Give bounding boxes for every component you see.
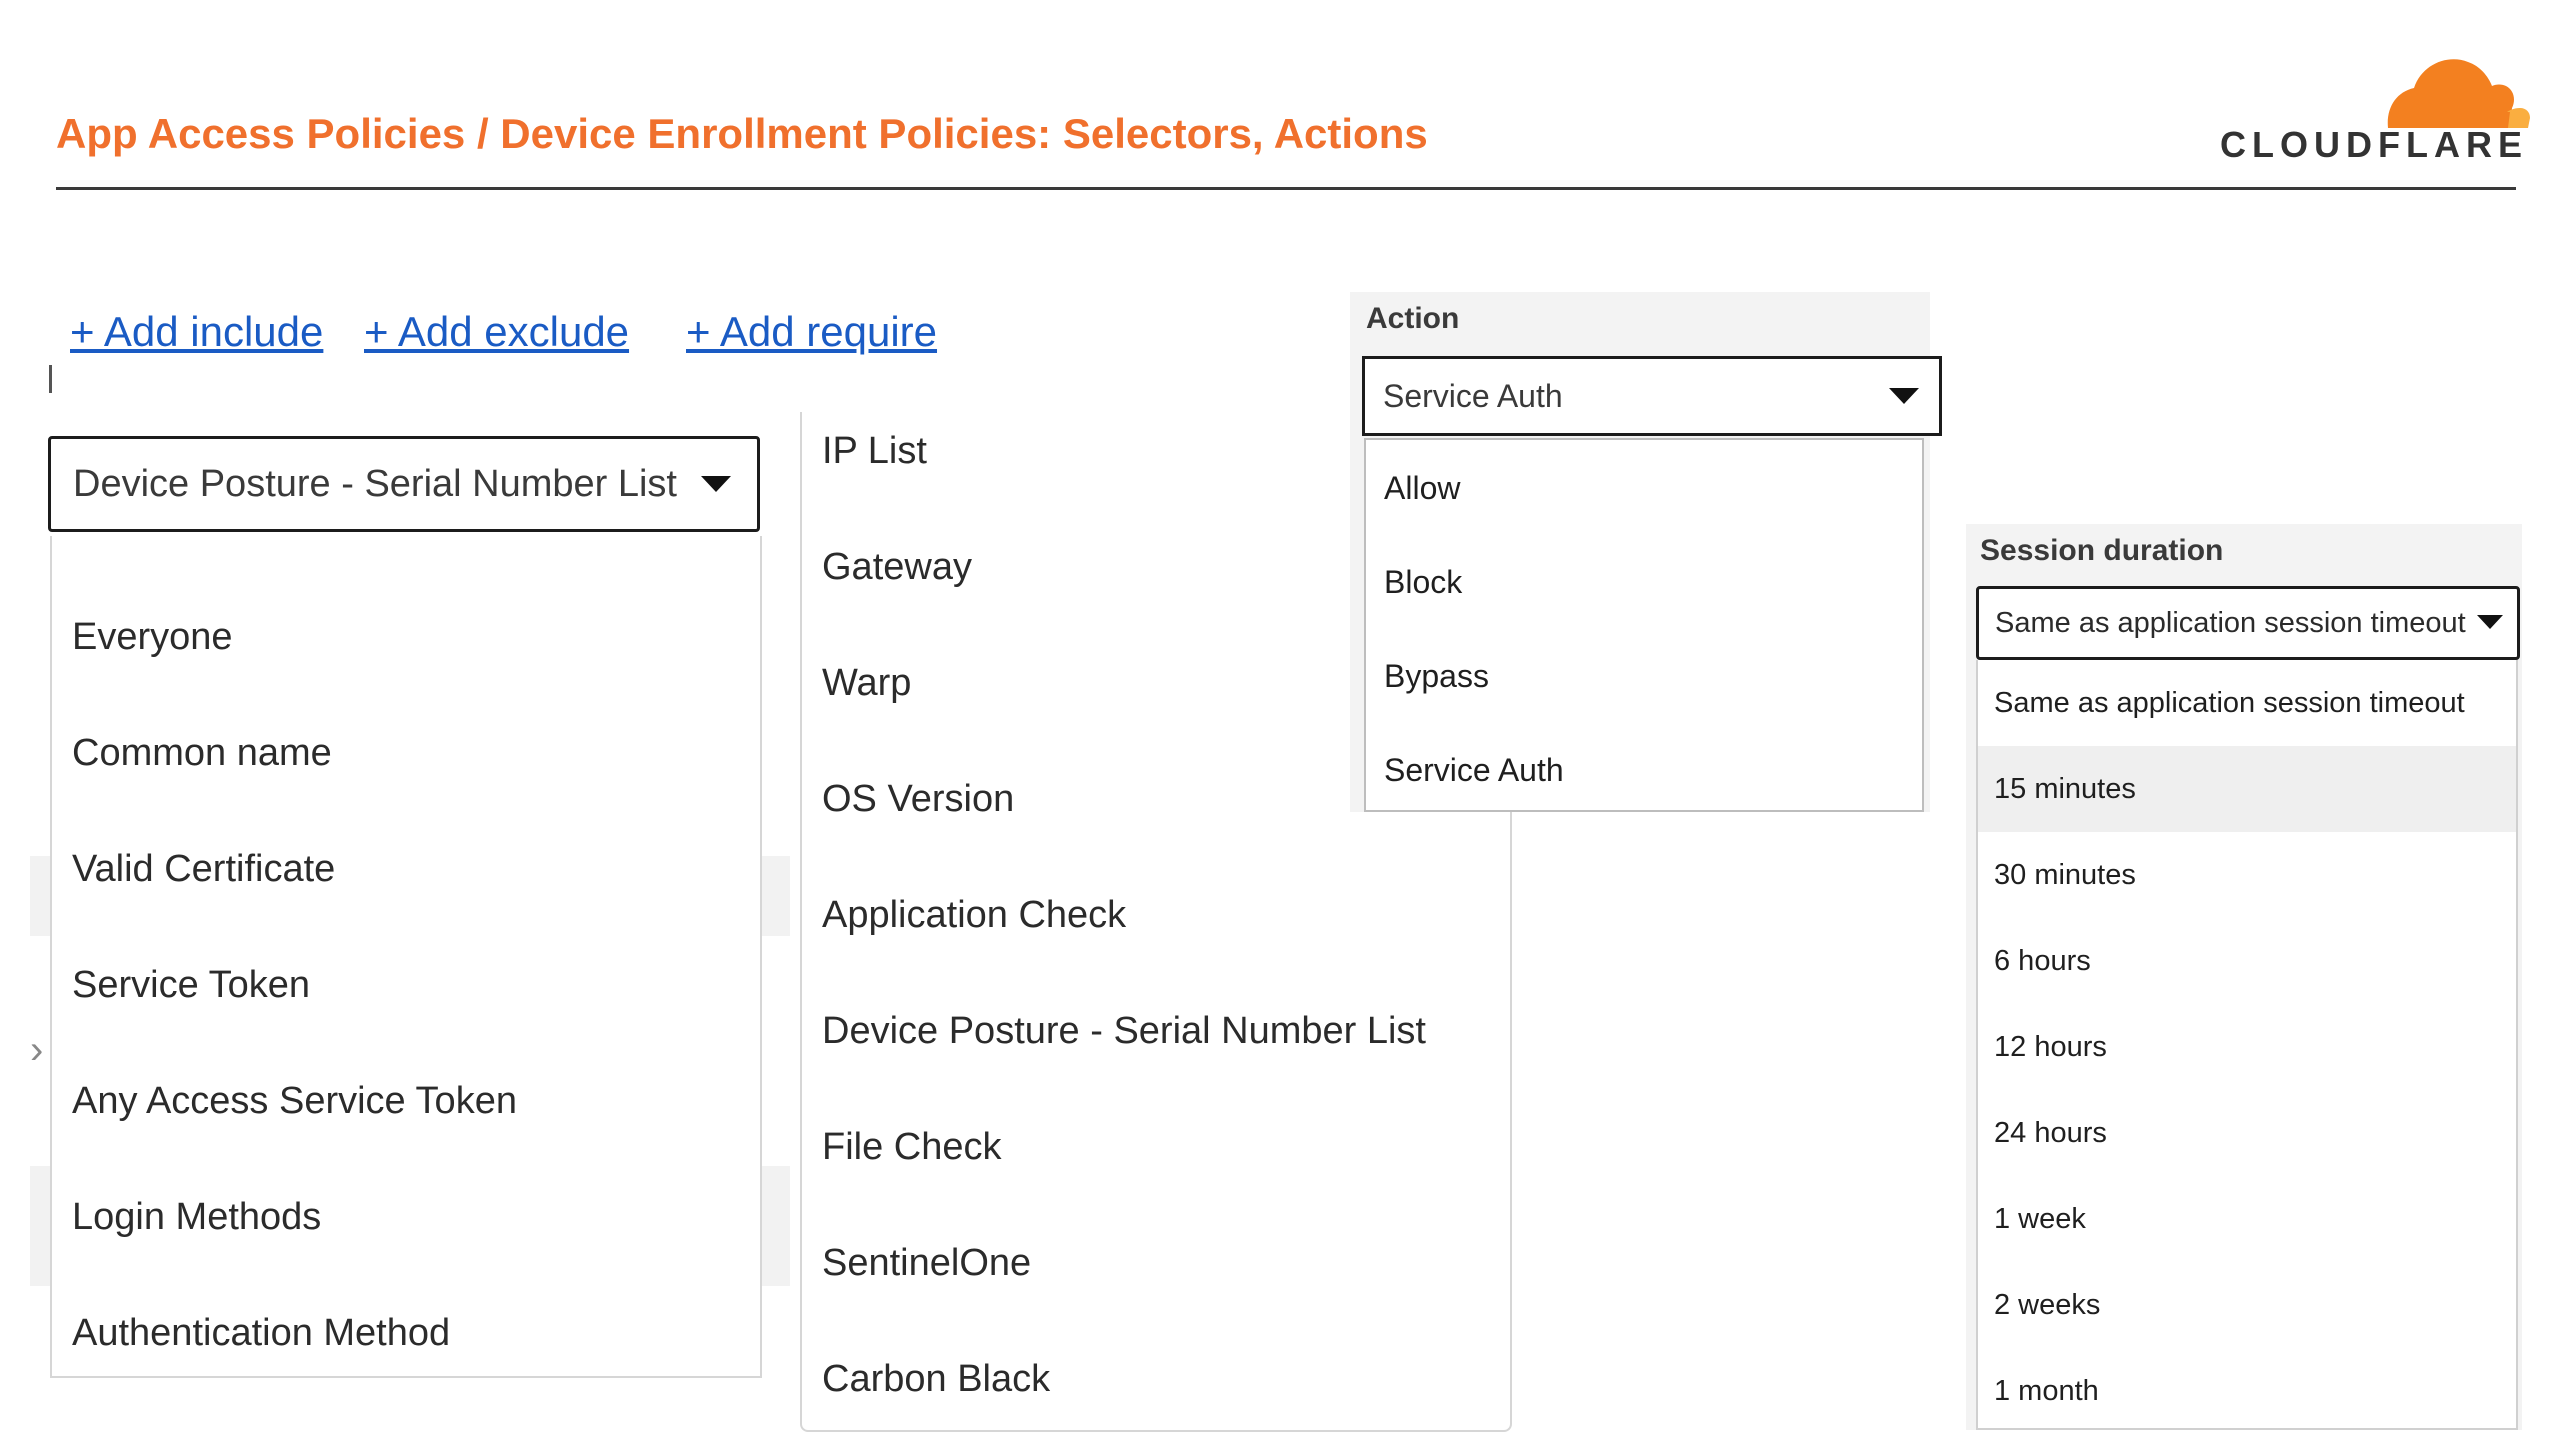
- action-option[interactable]: Allow: [1384, 470, 1460, 507]
- selector-selected-value: Device Posture - Serial Number List: [73, 462, 677, 505]
- session-duration-option[interactable]: 1 month: [1978, 1348, 2516, 1434]
- session-duration-option[interactable]: Same as application session timeout: [1978, 660, 2516, 746]
- session-duration-option[interactable]: 1 week: [1978, 1176, 2516, 1262]
- session-duration-label: Session duration: [1980, 534, 2224, 567]
- selector-option[interactable]: SentinelOne: [822, 1242, 1031, 1285]
- session-duration-options-list: Same as application session timeout 15 m…: [1976, 660, 2518, 1430]
- action-option[interactable]: Bypass: [1384, 658, 1489, 695]
- selector-option[interactable]: Everyone: [72, 616, 233, 659]
- selector-option[interactable]: Device Posture - Serial Number List: [822, 1010, 1426, 1053]
- caret-down-icon[interactable]: [701, 476, 731, 492]
- session-duration-option-highlighted[interactable]: 15 minutes: [1978, 746, 2516, 832]
- selector-option[interactable]: Warp: [822, 662, 911, 705]
- selector-option[interactable]: Common name: [72, 732, 332, 775]
- session-duration-option[interactable]: 12 hours: [1978, 1004, 2516, 1090]
- selector-option[interactable]: File Check: [822, 1126, 1002, 1169]
- selector-options-list: Everyone Common name Valid Certificate S…: [50, 536, 762, 1378]
- page-title: App Access Policies / Device Enrollment …: [56, 110, 1428, 157]
- session-duration-dropdown[interactable]: Same as application session timeout: [1976, 586, 2520, 660]
- add-exclude-link[interactable]: + Add exclude: [364, 308, 629, 356]
- text-cursor: [49, 365, 52, 393]
- add-require-link[interactable]: + Add require: [686, 308, 937, 356]
- session-duration-option[interactable]: 24 hours: [1978, 1090, 2516, 1176]
- brand-wordmark: CLOUDFLARE: [2220, 124, 2528, 165]
- selector-option[interactable]: Application Check: [822, 894, 1126, 937]
- header-divider: [56, 187, 2516, 190]
- add-include-link[interactable]: + Add include: [70, 308, 323, 356]
- session-duration-selected-value: Same as application session timeout: [1995, 606, 2466, 639]
- selector-option[interactable]: OS Version: [822, 778, 1014, 821]
- caret-down-icon[interactable]: [1889, 388, 1919, 404]
- session-duration-option[interactable]: 2 weeks: [1978, 1262, 2516, 1348]
- selector-option[interactable]: Authentication Method: [72, 1312, 450, 1355]
- session-duration-option[interactable]: 30 minutes: [1978, 832, 2516, 918]
- selector-option[interactable]: Gateway: [822, 546, 972, 589]
- action-options-list: Allow Block Bypass Service Auth: [1364, 438, 1924, 812]
- action-option[interactable]: Block: [1384, 564, 1462, 601]
- action-option[interactable]: Service Auth: [1384, 752, 1564, 789]
- session-duration-option[interactable]: 6 hours: [1978, 918, 2516, 1004]
- action-label: Action: [1366, 302, 1460, 335]
- action-selected-value: Service Auth: [1383, 377, 1563, 414]
- selector-dropdown[interactable]: Device Posture - Serial Number List: [48, 436, 760, 532]
- action-dropdown[interactable]: Service Auth: [1362, 356, 1942, 436]
- selector-option[interactable]: Login Methods: [72, 1196, 321, 1239]
- chevron-right-icon: ›: [30, 1028, 44, 1072]
- caret-down-icon[interactable]: [2477, 615, 2503, 629]
- selector-option[interactable]: Service Token: [72, 964, 310, 1007]
- selector-option[interactable]: IP List: [822, 430, 927, 473]
- selector-option[interactable]: Carbon Black: [822, 1358, 1050, 1401]
- selector-option[interactable]: Valid Certificate: [72, 848, 335, 891]
- selector-option[interactable]: Any Access Service Token: [72, 1080, 517, 1123]
